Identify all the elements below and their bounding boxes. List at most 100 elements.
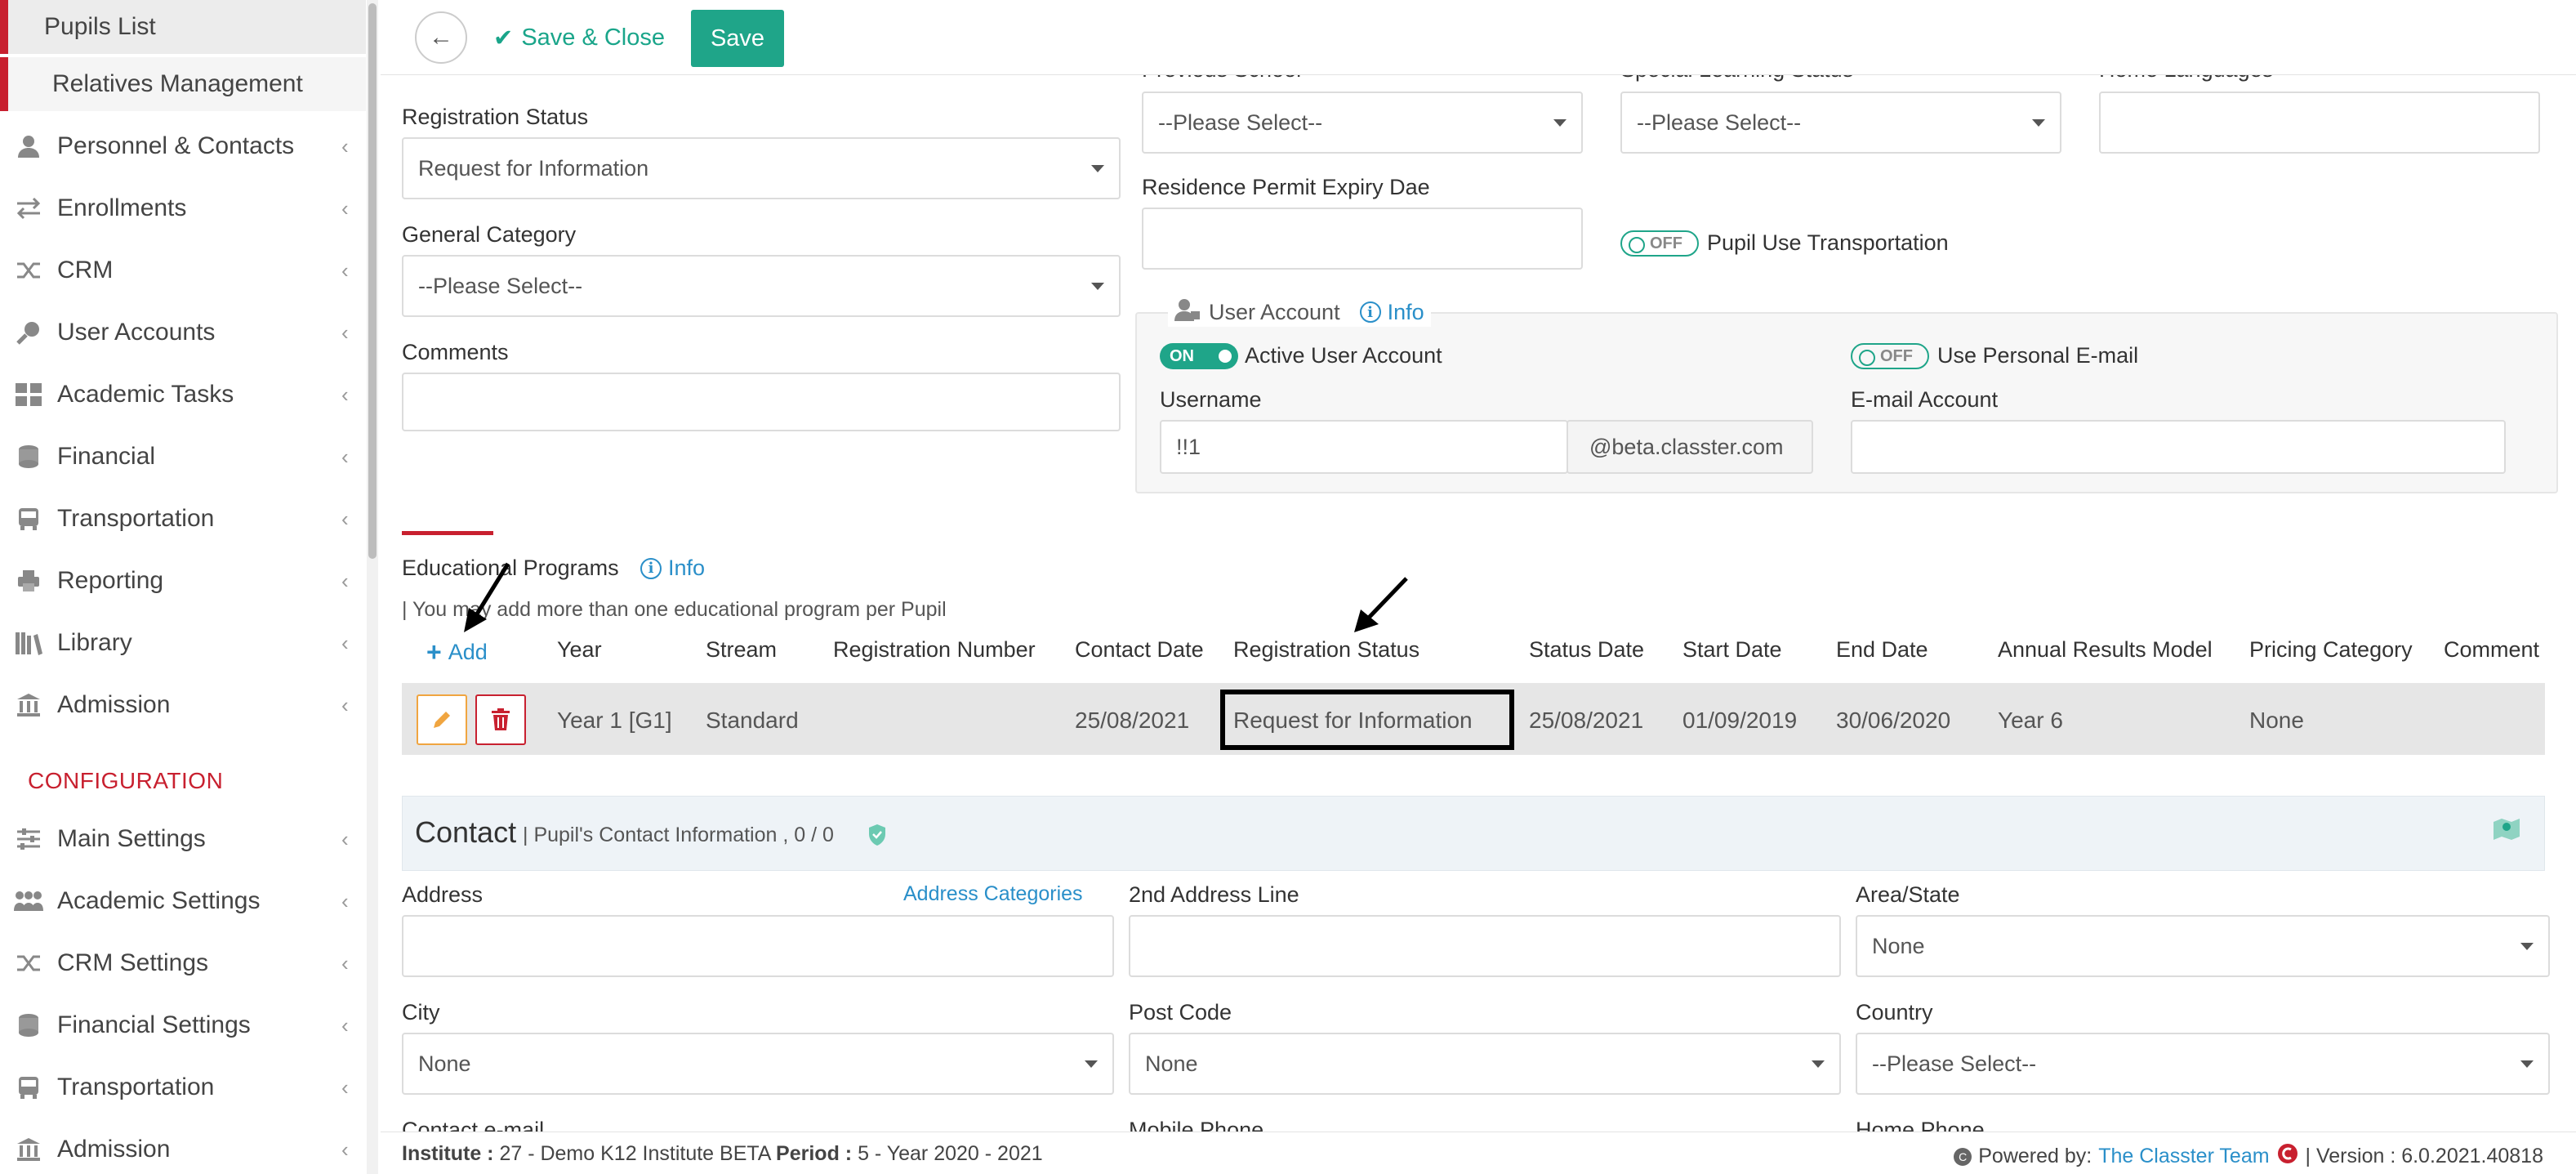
chevron-left-icon: ‹ bbox=[341, 568, 349, 593]
active-user-account-toggle[interactable]: ON bbox=[1160, 343, 1238, 369]
user-account-title: User Account bbox=[1209, 299, 1340, 324]
general-category-select[interactable]: --Please Select-- bbox=[402, 255, 1121, 317]
sidebar-item-academic-tasks[interactable]: Academic Tasks ‹ bbox=[0, 368, 366, 422]
sidebar-item-personnel-contacts[interactable]: Personnel & Contacts ‹ bbox=[0, 119, 366, 173]
top-toolbar: ← ✔ Save & Close Save bbox=[381, 0, 2576, 75]
back-button[interactable]: ← bbox=[415, 11, 467, 64]
city-value: None bbox=[418, 1051, 471, 1076]
sidebar-item-label: Reporting bbox=[57, 567, 164, 594]
sidebar-item-main-settings[interactable]: Main Settings ‹ bbox=[0, 812, 366, 866]
sidebar-item-crm-settings[interactable]: CRM Settings ‹ bbox=[0, 936, 366, 990]
sidebar-item-crm[interactable]: CRM ‹ bbox=[0, 243, 366, 297]
add-label: Add bbox=[448, 640, 488, 664]
column-header-status-date[interactable]: Status Date bbox=[1529, 637, 1644, 663]
city-select[interactable]: None bbox=[402, 1033, 1114, 1095]
chevron-left-icon: ‹ bbox=[341, 257, 349, 283]
column-header-pricing-category[interactable]: Pricing Category bbox=[2249, 637, 2413, 663]
chevron-left-icon: ‹ bbox=[341, 630, 349, 655]
home-languages-input[interactable] bbox=[2099, 92, 2540, 154]
sidebar-item-admission[interactable]: Admission ‹ bbox=[0, 678, 366, 732]
map-icon[interactable] bbox=[2493, 817, 2520, 841]
address2-input[interactable] bbox=[1129, 915, 1841, 977]
toggle-text: OFF bbox=[1880, 346, 1913, 365]
column-header-registration-status[interactable]: Registration Status bbox=[1233, 637, 1419, 663]
column-header-comment[interactable]: Comment bbox=[2444, 637, 2539, 663]
username-value: !!1 bbox=[1176, 434, 1201, 459]
user-account-info-link[interactable]: i Info bbox=[1359, 300, 1424, 325]
delete-program-button[interactable] bbox=[475, 694, 526, 745]
country-select[interactable]: --Please Select-- bbox=[1856, 1033, 2550, 1095]
residence-permit-input[interactable] bbox=[1142, 208, 1583, 270]
address2-label: 2nd Address Line bbox=[1129, 882, 1299, 907]
area-select[interactable]: None bbox=[1856, 915, 2550, 977]
column-header-contact-date[interactable]: Contact Date bbox=[1075, 637, 1204, 663]
previous-school-select[interactable]: --Please Select-- bbox=[1142, 92, 1583, 154]
annotation-arrow-add bbox=[464, 562, 510, 632]
column-header-annual-results-model[interactable]: Annual Results Model bbox=[1998, 637, 2213, 663]
user-lock-icon bbox=[1174, 298, 1201, 327]
sidebar-item-label: Transportation bbox=[57, 505, 215, 532]
sidebar-item-transportation-settings[interactable]: Transportation ‹ bbox=[0, 1060, 366, 1114]
cell-stream: Standard bbox=[706, 708, 799, 733]
sidebar-item-user-accounts[interactable]: User Accounts ‹ bbox=[0, 306, 366, 359]
toggle-text: ON bbox=[1170, 346, 1194, 365]
sidebar-item-label: Academic Settings bbox=[57, 887, 261, 914]
domain-suffix-text: @beta.classter.com bbox=[1589, 434, 1784, 459]
cell-annual-results-model: Year 6 bbox=[1998, 708, 2063, 733]
sidebar-item-reporting[interactable]: Reporting ‹ bbox=[0, 554, 366, 608]
address-categories-link[interactable]: Address Categories bbox=[903, 882, 1083, 906]
registration-status-select[interactable]: Request for Information bbox=[402, 137, 1121, 199]
special-learning-value: --Please Select-- bbox=[1637, 109, 1802, 135]
sidebar-subitem-pupils-list[interactable]: Pupils List bbox=[0, 0, 366, 54]
chevron-left-icon: ‹ bbox=[341, 506, 349, 531]
sidebar-item-academic-settings[interactable]: Academic Settings ‹ bbox=[0, 874, 366, 928]
sidebar-item-transportation[interactable]: Transportation ‹ bbox=[0, 492, 366, 546]
username-input[interactable]: !!1 bbox=[1160, 420, 1568, 474]
save-button[interactable]: Save bbox=[691, 10, 784, 67]
sidebar-item-label: Financial bbox=[57, 443, 156, 470]
sidebar-item-label: Enrollments bbox=[57, 194, 187, 221]
active-user-account-label: Active User Account bbox=[1245, 343, 1442, 368]
cell-year: Year 1 [G1] bbox=[557, 708, 672, 733]
chevron-left-icon: ‹ bbox=[341, 692, 349, 717]
sidebar-scroll-thumb[interactable] bbox=[368, 3, 377, 559]
sidebar-item-label: Admission bbox=[57, 691, 171, 718]
sidebar-subitem-relatives-management[interactable]: Relatives Management bbox=[0, 57, 366, 111]
comments-textarea[interactable] bbox=[402, 373, 1121, 431]
city-label: City bbox=[402, 1000, 440, 1024]
sidebar-item-financial[interactable]: Financial ‹ bbox=[0, 430, 366, 484]
transport-label: Pupil Use Transportation bbox=[1707, 230, 1949, 255]
domain-suffix: @beta.classter.com bbox=[1567, 420, 1813, 474]
classter-team-link[interactable]: The Classter Team bbox=[2098, 1145, 2269, 1168]
sidebar-item-financial-settings[interactable]: Financial Settings ‹ bbox=[0, 998, 366, 1052]
edit-program-button[interactable] bbox=[417, 694, 467, 745]
special-learning-select[interactable]: --Please Select-- bbox=[1620, 92, 2061, 154]
personal-email-toggle[interactable]: OFF bbox=[1851, 343, 1929, 369]
column-header-year[interactable]: Year bbox=[557, 637, 602, 663]
save-close-button[interactable]: ✔ Save & Close bbox=[493, 11, 665, 64]
sidebar-item-library[interactable]: Library ‹ bbox=[0, 616, 366, 670]
general-category-label: General Category bbox=[402, 222, 577, 247]
powered-by-label: Powered by: bbox=[1978, 1145, 2092, 1167]
address-input[interactable] bbox=[402, 915, 1114, 977]
info-icon: i bbox=[640, 557, 662, 579]
column-header-registration-number[interactable]: Registration Number bbox=[833, 637, 1036, 663]
sidebar-item-label: Main Settings bbox=[57, 825, 206, 852]
sidebar-item-admission-settings[interactable]: Admission ‹ bbox=[0, 1123, 366, 1174]
column-header-start-date[interactable]: Start Date bbox=[1682, 637, 1782, 663]
username-label: Username bbox=[1160, 387, 1262, 412]
programs-info-link[interactable]: i Info bbox=[640, 556, 705, 581]
postcode-select[interactable]: None bbox=[1129, 1033, 1841, 1095]
column-header-stream[interactable]: Stream bbox=[706, 637, 777, 663]
column-header-end-date[interactable]: End Date bbox=[1836, 637, 1928, 663]
add-program-button[interactable]: + Add bbox=[426, 637, 488, 667]
footer: Institute : 27 - Demo K12 Institute BETA… bbox=[381, 1132, 2576, 1174]
sidebar-item-enrollments[interactable]: Enrollments ‹ bbox=[0, 181, 366, 235]
caret-down-icon bbox=[2520, 943, 2534, 950]
arrows-exchange-icon bbox=[0, 197, 57, 220]
email-account-input[interactable] bbox=[1851, 420, 2506, 474]
person-icon bbox=[0, 134, 57, 158]
transport-toggle[interactable]: OFF bbox=[1620, 230, 1699, 257]
chevron-left-icon: ‹ bbox=[341, 382, 349, 407]
cell-contact-date: 25/08/2021 bbox=[1075, 708, 1190, 733]
